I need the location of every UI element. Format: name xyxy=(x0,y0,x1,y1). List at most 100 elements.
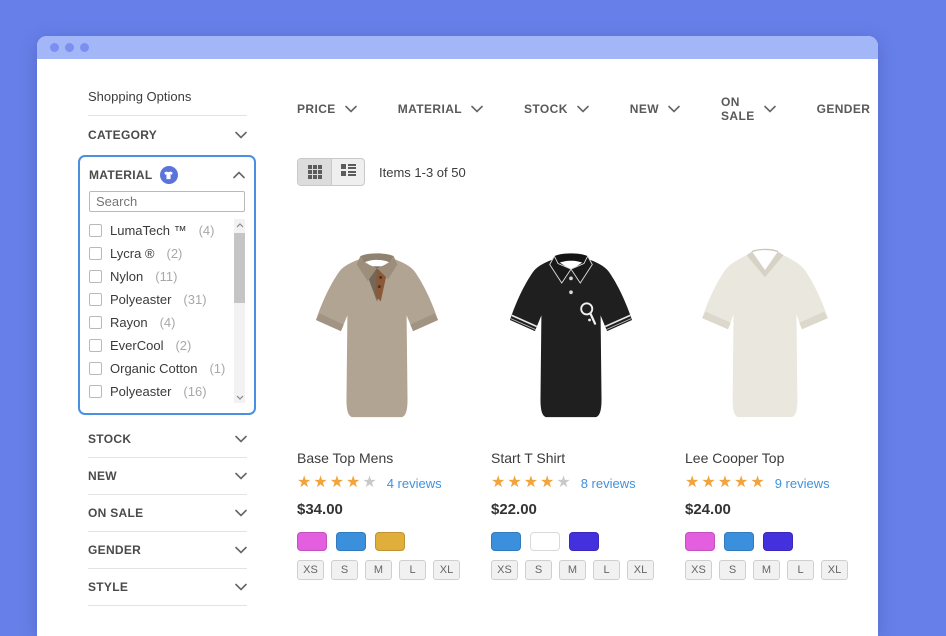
checkbox[interactable] xyxy=(89,224,102,237)
material-option[interactable]: Organic Cotton (1) xyxy=(89,357,229,380)
color-swatch[interactable] xyxy=(336,532,366,551)
material-option[interactable]: Nylon (11) xyxy=(89,265,229,288)
product-name[interactable]: Lee Cooper Top xyxy=(685,450,845,466)
shopping-options-sidebar: Shopping Options CATEGORY MATERIAL xyxy=(88,89,247,606)
size-button[interactable]: S xyxy=(719,560,746,580)
chevron-down-icon xyxy=(235,131,247,139)
sidebar-section-style[interactable]: STYLE xyxy=(88,569,247,606)
grid-view-button[interactable] xyxy=(298,159,331,185)
grid-view-icon xyxy=(308,165,322,179)
filter-label: MATERIAL xyxy=(398,102,462,116)
top-filter-bar: PRICE MATERIAL STOCK xyxy=(297,95,878,123)
filter-dropdown-new[interactable]: NEW xyxy=(630,95,680,123)
product-grid: Base Top Mens ★★★★★ 4 reviews $34.00 XS … xyxy=(297,227,845,580)
color-swatch[interactable] xyxy=(724,532,754,551)
size-button[interactable]: XS xyxy=(685,560,712,580)
material-search-input[interactable] xyxy=(89,191,245,212)
size-button[interactable]: L xyxy=(399,560,426,580)
chevron-down-icon xyxy=(577,105,589,113)
material-option-label: Polyeaster xyxy=(110,292,171,307)
reviews-link[interactable]: 8 reviews xyxy=(581,476,636,491)
sidebar-title: Shopping Options xyxy=(88,89,247,116)
filter-dropdown-on-sale[interactable]: ON SALE xyxy=(721,95,776,123)
sidebar-section-on-sale[interactable]: ON SALE xyxy=(88,495,247,532)
size-button[interactable]: XL xyxy=(627,560,654,580)
material-option[interactable]: Lycra ® (2) xyxy=(89,242,229,265)
size-button[interactable]: S xyxy=(525,560,552,580)
product-image-black-polo[interactable] xyxy=(491,227,651,437)
material-option[interactable]: EverCool (2) xyxy=(89,334,229,357)
size-button[interactable]: XS xyxy=(297,560,324,580)
page-content: Shopping Options CATEGORY MATERIAL xyxy=(37,59,878,636)
size-options: XS S M L XL xyxy=(491,560,651,580)
material-option[interactable]: Polyeaster (16) xyxy=(89,380,229,403)
star-icon: ★ xyxy=(685,474,701,491)
size-button[interactable]: L xyxy=(593,560,620,580)
checkbox[interactable] xyxy=(89,385,102,398)
material-option[interactable]: Rayon (4) xyxy=(89,311,229,334)
checkbox[interactable] xyxy=(89,362,102,375)
star-icon: ★ xyxy=(346,474,362,491)
window-dot-icon[interactable] xyxy=(50,43,59,52)
size-button[interactable]: XS xyxy=(491,560,518,580)
sidebar-section-material[interactable]: MATERIAL xyxy=(89,164,245,186)
material-option-label: EverCool xyxy=(110,338,163,353)
color-swatch[interactable] xyxy=(763,532,793,551)
filter-dropdown-gender[interactable]: GENDER xyxy=(817,95,878,123)
scrollbar-thumb[interactable] xyxy=(234,233,245,303)
filter-dropdown-stock[interactable]: STOCK xyxy=(524,95,589,123)
list-view-button[interactable] xyxy=(331,159,364,185)
product-name[interactable]: Base Top Mens xyxy=(297,450,457,466)
chevron-down-icon xyxy=(235,509,247,517)
window-dot-icon[interactable] xyxy=(80,43,89,52)
sidebar-section-category[interactable]: CATEGORY xyxy=(88,116,247,153)
size-options: XS S M L XL xyxy=(685,560,845,580)
material-option-count: (1) xyxy=(209,361,225,376)
sidebar-section-stock[interactable]: STOCK xyxy=(88,421,247,458)
color-swatch[interactable] xyxy=(491,532,521,551)
filter-dropdown-price[interactable]: PRICE xyxy=(297,95,357,123)
filter-label: GENDER xyxy=(817,102,871,116)
list-scrollbar[interactable] xyxy=(234,219,245,403)
scroll-down-icon[interactable] xyxy=(236,391,244,403)
checkbox[interactable] xyxy=(89,270,102,283)
material-option[interactable]: Polyeaster (31) xyxy=(89,288,229,311)
material-options-list: LumaTech ™ (4) Lycra ® (2) Nylon (11) xyxy=(89,219,245,403)
material-option[interactable]: LumaTech ™ (4) xyxy=(89,219,229,242)
material-option-count: (4) xyxy=(160,315,176,330)
checkbox[interactable] xyxy=(89,339,102,352)
product-price: $22.00 xyxy=(491,501,651,518)
size-button[interactable]: M xyxy=(753,560,780,580)
checkbox[interactable] xyxy=(89,293,102,306)
sidebar-section-gender[interactable]: GENDER xyxy=(88,532,247,569)
checkbox[interactable] xyxy=(89,247,102,260)
color-swatch[interactable] xyxy=(530,532,560,551)
color-swatch[interactable] xyxy=(375,532,405,551)
product-image-white-vneck[interactable] xyxy=(685,227,845,437)
product-image-tan-polo[interactable] xyxy=(297,227,457,437)
size-button[interactable]: M xyxy=(559,560,586,580)
color-swatch[interactable] xyxy=(569,532,599,551)
scroll-up-icon[interactable] xyxy=(236,219,244,231)
size-button[interactable]: XL xyxy=(433,560,460,580)
filter-dropdown-material[interactable]: MATERIAL xyxy=(398,95,483,123)
filter-label: ON SALE xyxy=(721,95,755,123)
material-option-label: LumaTech ™ xyxy=(110,223,187,238)
section-label: CATEGORY xyxy=(88,128,157,142)
product-name[interactable]: Start T Shirt xyxy=(491,450,651,466)
material-option-count: (2) xyxy=(167,246,183,261)
checkbox[interactable] xyxy=(89,316,102,329)
size-button[interactable]: M xyxy=(365,560,392,580)
reviews-link[interactable]: 4 reviews xyxy=(387,476,442,491)
sidebar-section-new[interactable]: NEW xyxy=(88,458,247,495)
size-button[interactable]: L xyxy=(787,560,814,580)
color-swatch[interactable] xyxy=(685,532,715,551)
reviews-link[interactable]: 9 reviews xyxy=(775,476,830,491)
color-swatch[interactable] xyxy=(297,532,327,551)
product-price: $24.00 xyxy=(685,501,845,518)
color-swatches xyxy=(685,532,845,551)
size-button[interactable]: XL xyxy=(821,560,848,580)
window-dot-icon[interactable] xyxy=(65,43,74,52)
star-icon: ★ xyxy=(524,474,540,491)
size-button[interactable]: S xyxy=(331,560,358,580)
